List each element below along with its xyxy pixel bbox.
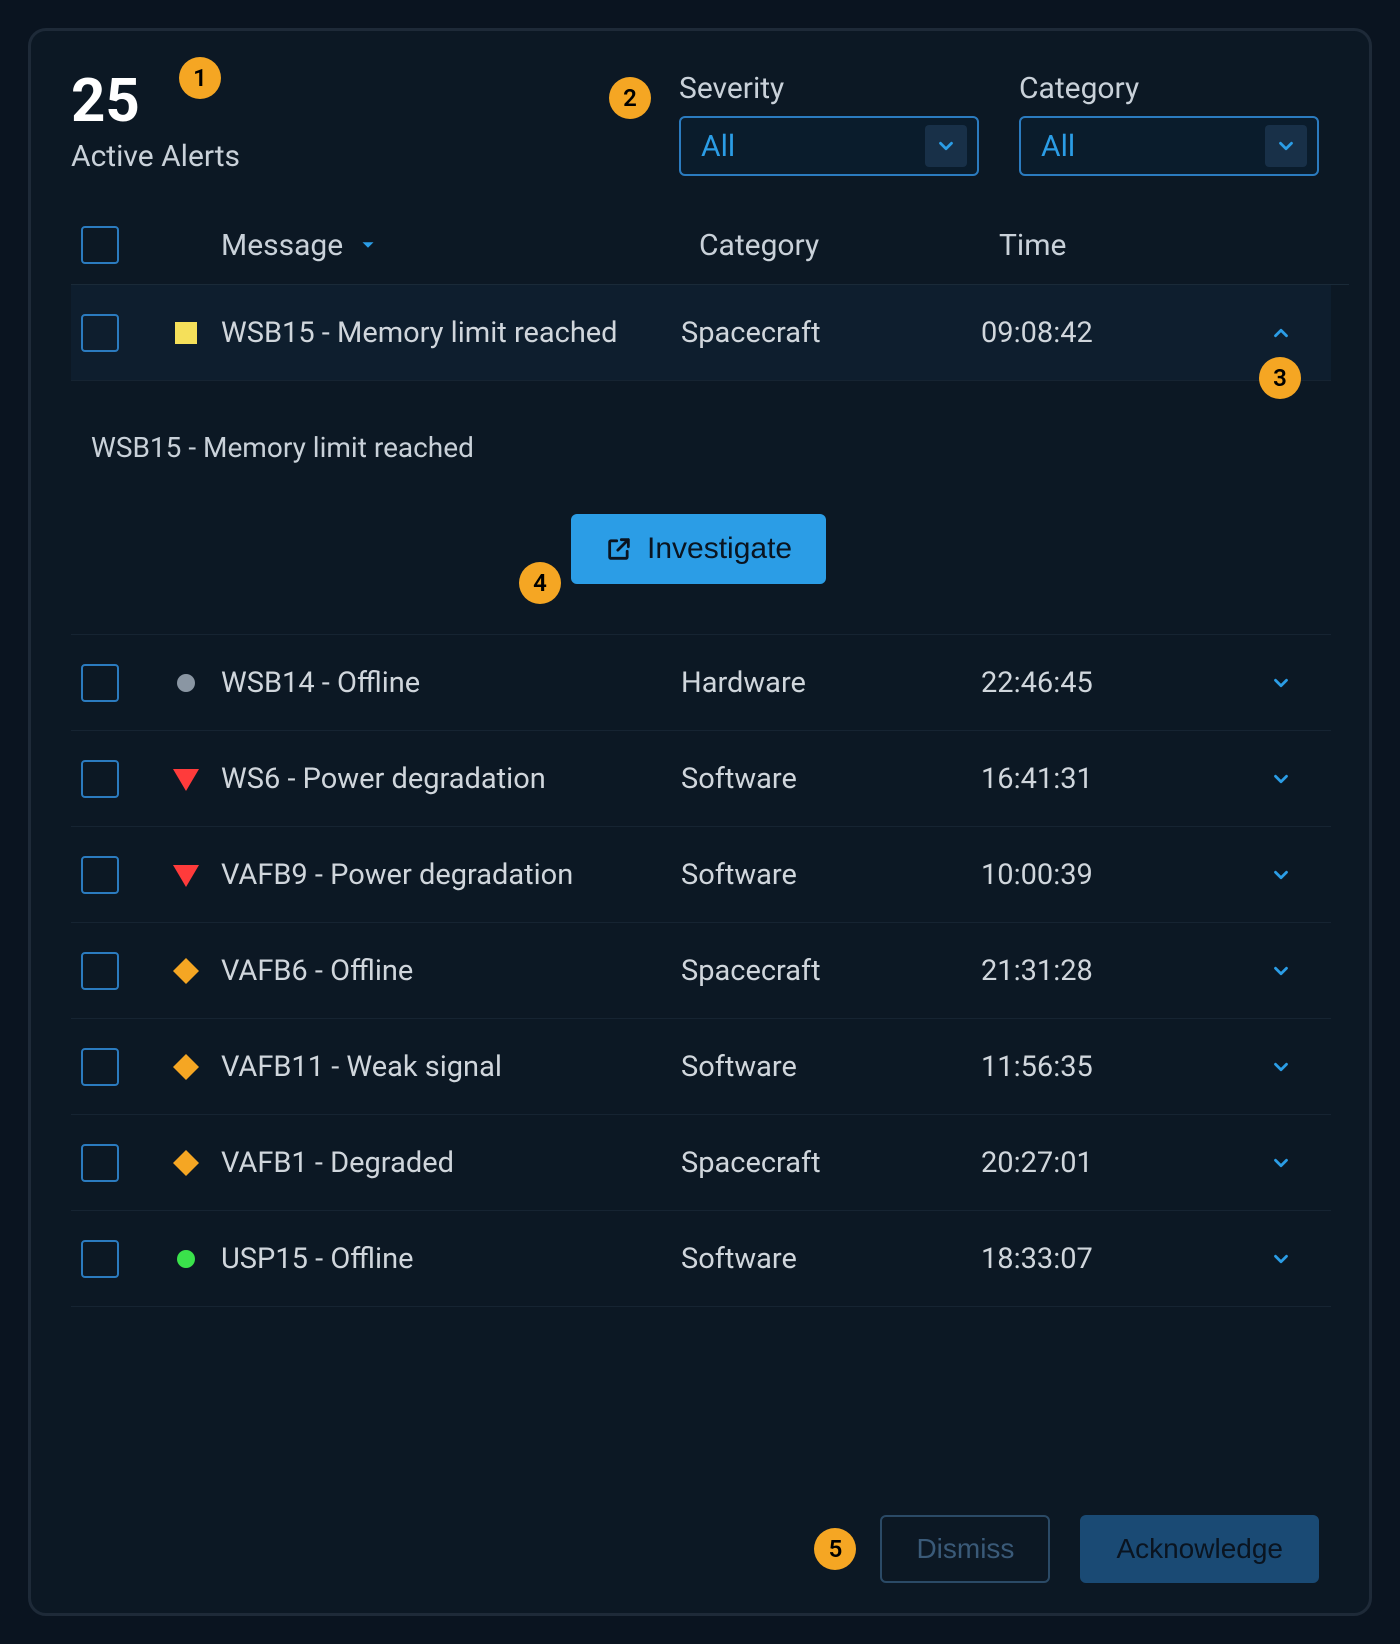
table-body-wrap: WSB15 - Memory limit reached Spacecraft … — [71, 284, 1349, 1491]
row-message: WSB15 - Memory limit reached — [221, 316, 681, 350]
chevron-down-icon — [1265, 125, 1307, 167]
severity-icon — [151, 1249, 221, 1269]
table-row[interactable]: WSB14 - Offline Hardware 22:46:45 — [71, 635, 1331, 731]
expand-toggle[interactable] — [1241, 672, 1321, 694]
table-row[interactable]: VAFB6 - Offline Spacecraft 21:31:28 — [71, 923, 1331, 1019]
callout-badge: 2 — [609, 77, 651, 119]
external-link-icon — [605, 535, 633, 563]
row-checkbox[interactable] — [81, 760, 119, 798]
row-time: 11:56:35 — [981, 1050, 1241, 1084]
row-time: 21:31:28 — [981, 954, 1241, 988]
row-checkbox[interactable] — [81, 314, 119, 352]
row-category: Software — [681, 858, 981, 892]
category-label: Category — [1019, 71, 1319, 106]
table-row[interactable]: VAFB1 - Degraded Spacecraft 20:27:01 — [71, 1115, 1331, 1211]
row-category: Software — [681, 1050, 981, 1084]
row-time: 09:08:42 — [981, 316, 1241, 350]
row-checkbox[interactable] — [81, 952, 119, 990]
callout-badge: 5 — [814, 1528, 856, 1570]
table-row[interactable]: WSB15 - Memory limit reached Spacecraft … — [71, 285, 1331, 381]
panel-footer: 5 Dismiss Acknowledge — [71, 1491, 1349, 1583]
callout-badge: 3 — [1259, 357, 1301, 399]
callout-badge: 1 — [179, 57, 221, 99]
category-filter: Category All — [1019, 71, 1319, 176]
detail-message: WSB15 - Memory limit reached — [91, 431, 1311, 464]
chevron-down-icon — [925, 125, 967, 167]
dismiss-button[interactable]: Dismiss — [880, 1515, 1050, 1583]
row-category: Software — [681, 1242, 981, 1276]
row-checkbox[interactable] — [81, 664, 119, 702]
panel-header: 25 Active Alerts 1 2 Severity All Catego… — [71, 71, 1349, 206]
expand-toggle[interactable] — [1241, 768, 1321, 790]
row-checkbox[interactable] — [81, 1240, 119, 1278]
row-time: 16:41:31 — [981, 762, 1241, 796]
table-body[interactable]: WSB15 - Memory limit reached Spacecraft … — [71, 285, 1349, 1491]
row-message: VAFB11 - Weak signal — [221, 1050, 681, 1084]
severity-icon — [151, 863, 221, 887]
row-message: VAFB6 - Offline — [221, 954, 681, 988]
category-select[interactable]: All — [1019, 116, 1319, 176]
severity-filter: Severity All — [679, 71, 979, 176]
expand-toggle[interactable] — [1241, 864, 1321, 886]
sort-desc-icon — [357, 234, 379, 256]
table-header: Message Category Time — [71, 206, 1349, 284]
expand-toggle[interactable] — [1241, 1056, 1321, 1078]
row-message: WSB14 - Offline — [221, 666, 681, 700]
row-time: 18:33:07 — [981, 1242, 1241, 1276]
expand-toggle[interactable] — [1241, 1152, 1321, 1174]
row-category: Spacecraft — [681, 316, 981, 350]
alerts-panel: 25 Active Alerts 1 2 Severity All Catego… — [28, 28, 1372, 1616]
row-category: Spacecraft — [681, 954, 981, 988]
column-message[interactable]: Message — [221, 228, 699, 263]
column-category[interactable]: Category — [699, 228, 999, 263]
row-checkbox[interactable] — [81, 1144, 119, 1182]
row-message: VAFB9 - Power degradation — [221, 858, 681, 892]
table-row[interactable]: USP15 - Offline Software 18:33:07 — [71, 1211, 1331, 1307]
expand-toggle[interactable] — [1241, 1248, 1321, 1270]
row-message: VAFB1 - Degraded — [221, 1146, 681, 1180]
severity-icon — [151, 767, 221, 791]
filters: 2 Severity All Category All — [679, 71, 1319, 176]
severity-icon — [151, 322, 221, 344]
expand-toggle[interactable] — [1241, 322, 1321, 344]
select-all-checkbox[interactable] — [81, 226, 119, 264]
callout-badge: 4 — [519, 562, 561, 604]
table-row[interactable]: WS6 - Power degradation Software 16:41:3… — [71, 731, 1331, 827]
table-row[interactable]: VAFB9 - Power degradation Software 10:00… — [71, 827, 1331, 923]
severity-icon — [151, 1150, 221, 1176]
severity-label: Severity — [679, 71, 979, 106]
row-time: 20:27:01 — [981, 1146, 1241, 1180]
row-category: Hardware — [681, 666, 981, 700]
severity-icon — [151, 958, 221, 984]
row-checkbox[interactable] — [81, 1048, 119, 1086]
severity-icon — [151, 1054, 221, 1080]
row-category: Spacecraft — [681, 1146, 981, 1180]
row-checkbox[interactable] — [81, 856, 119, 894]
row-message: USP15 - Offline — [221, 1242, 681, 1276]
row-message: WS6 - Power degradation — [221, 762, 681, 796]
row-time: 10:00:39 — [981, 858, 1241, 892]
column-time[interactable]: Time — [999, 228, 1259, 263]
acknowledge-button[interactable]: Acknowledge — [1080, 1515, 1319, 1583]
row-detail-panel: 3 WSB15 - Memory limit reached Investiga… — [71, 381, 1331, 635]
expand-toggle[interactable] — [1241, 960, 1321, 982]
row-time: 22:46:45 — [981, 666, 1241, 700]
category-value: All — [1041, 129, 1075, 164]
investigate-button[interactable]: Investigate — [571, 514, 826, 584]
row-category: Software — [681, 762, 981, 796]
severity-select[interactable]: All — [679, 116, 979, 176]
investigate-label: Investigate — [647, 532, 792, 566]
severity-value: All — [701, 129, 735, 164]
table-row[interactable]: VAFB11 - Weak signal Software 11:56:35 — [71, 1019, 1331, 1115]
active-alerts-count: 25 Active Alerts 1 — [71, 71, 240, 174]
severity-icon — [151, 673, 221, 693]
alerts-count-label: Active Alerts — [71, 139, 240, 174]
